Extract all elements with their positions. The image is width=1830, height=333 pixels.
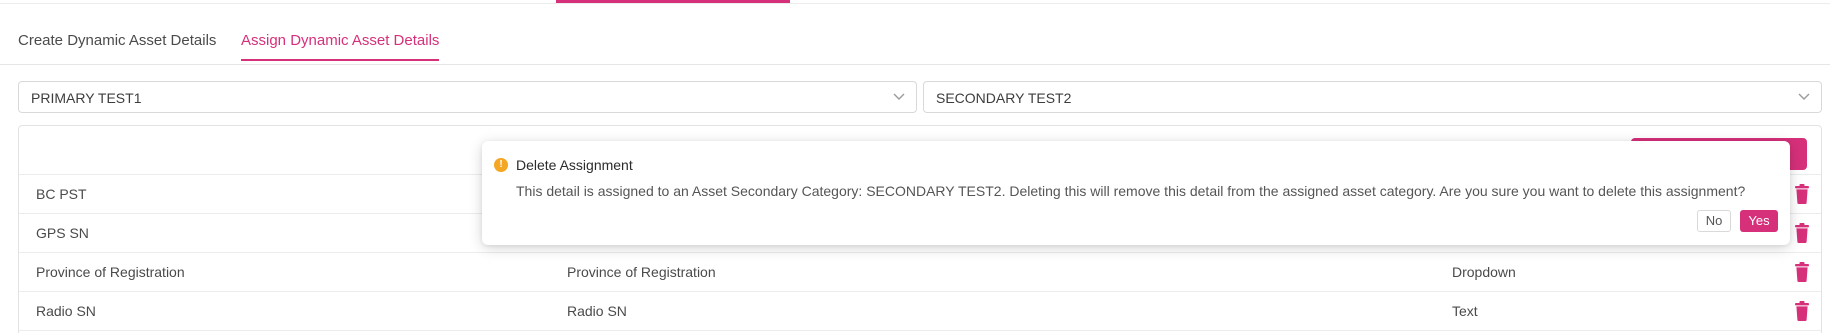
yes-button[interactable]: Yes (1740, 210, 1778, 232)
tab-bar: Create Dynamic Asset Details Assign Dyna… (0, 0, 1830, 65)
no-button[interactable]: No (1697, 210, 1731, 232)
detail-name: Province of Registration (36, 264, 185, 280)
popconfirm-title: Delete Assignment (516, 157, 633, 173)
secondary-category-select[interactable]: SECONDARY TEST2 (923, 81, 1822, 113)
popconfirm-message: This detail is assigned to an Asset Seco… (516, 183, 1746, 199)
table-row: Radio SN Radio SN Text (19, 292, 1821, 331)
tab-create-dynamic-asset-details[interactable]: Create Dynamic Asset Details (18, 32, 216, 61)
trash-icon[interactable] (1794, 262, 1810, 282)
exclamation-circle-icon: ! (494, 158, 508, 172)
detail-name: GPS SN (36, 225, 89, 241)
trash-icon[interactable] (1794, 301, 1810, 321)
detail-type: Text (1452, 303, 1478, 319)
trash-icon[interactable] (1794, 223, 1810, 243)
chevron-down-icon (1798, 93, 1810, 100)
primary-category-select[interactable]: PRIMARY TEST1 (18, 81, 917, 113)
tab-assign-dynamic-asset-details[interactable]: Assign Dynamic Asset Details (241, 32, 440, 61)
detail-name: Radio SN (36, 303, 96, 319)
detail-type: Dropdown (1452, 264, 1516, 280)
trash-icon[interactable] (1794, 184, 1810, 204)
secondary-category-value: SECONDARY TEST2 (936, 90, 1072, 106)
delete-assignment-popconfirm: ! Delete Assignment This detail is assig… (482, 141, 1790, 245)
detail-label: Province of Registration (567, 264, 716, 280)
chevron-down-icon (893, 93, 905, 100)
primary-category-value: PRIMARY TEST1 (31, 90, 142, 106)
detail-label: Radio SN (567, 303, 627, 319)
detail-name: BC PST (36, 186, 87, 202)
table-row: Province of Registration Province of Reg… (19, 253, 1821, 292)
